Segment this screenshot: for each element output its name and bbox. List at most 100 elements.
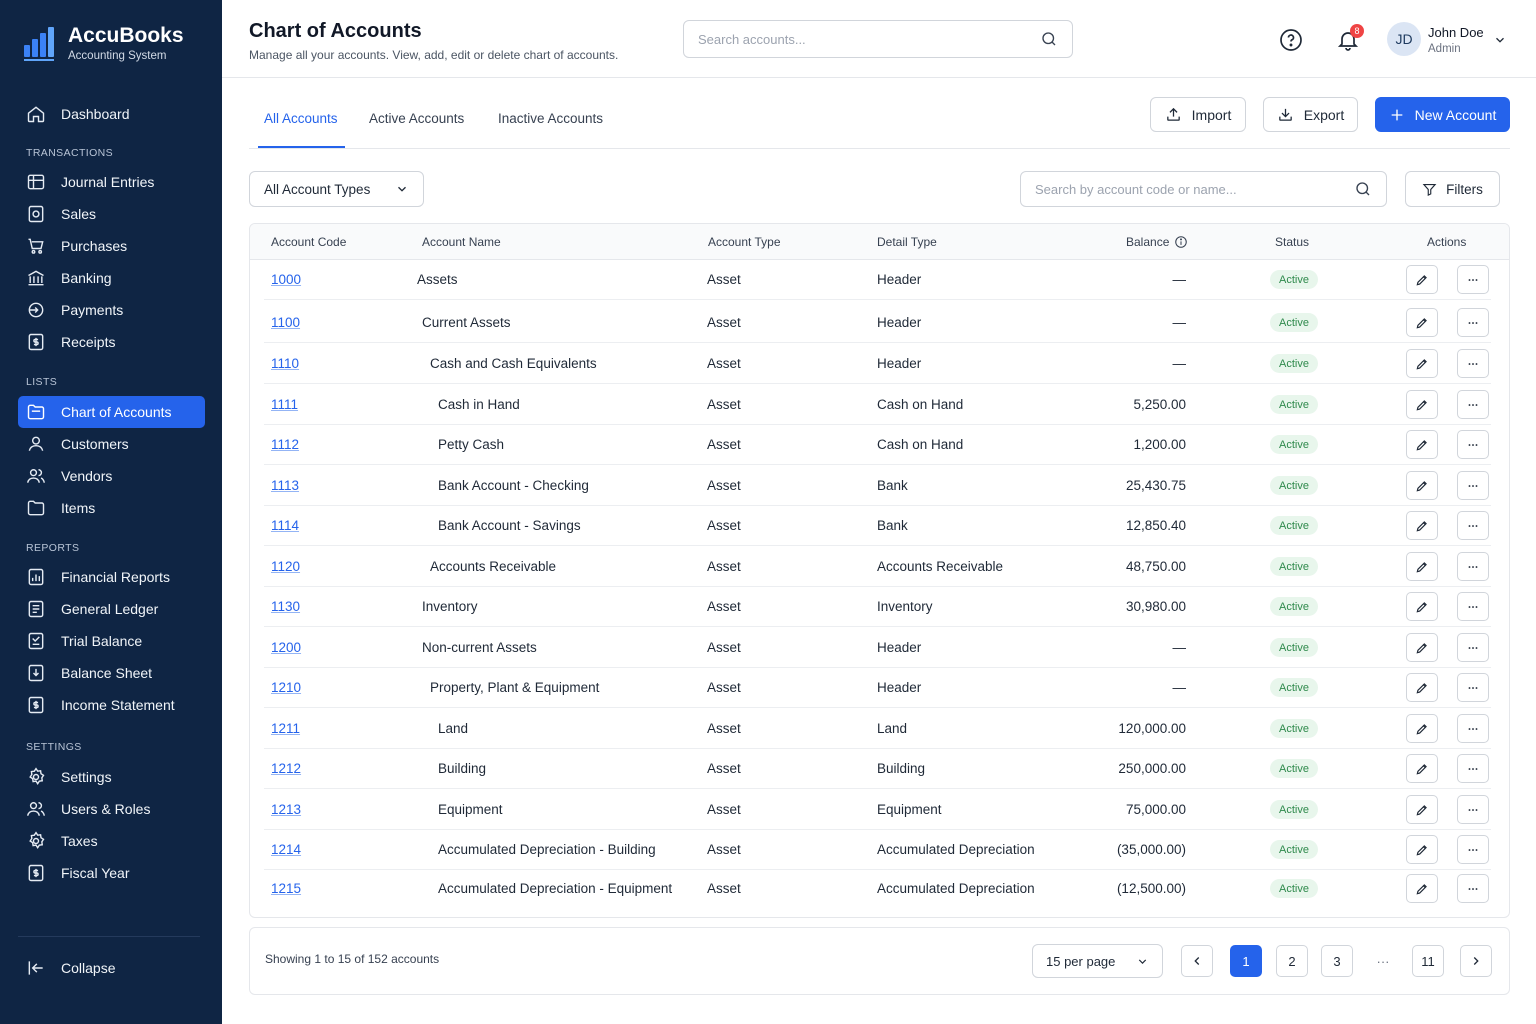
sidebar-item-income-statement[interactable]: Income Statement	[18, 689, 205, 721]
column-header-name[interactable]: Account Name	[422, 235, 501, 249]
account-code-link[interactable]: 1215	[271, 881, 301, 896]
edit-button[interactable]	[1406, 430, 1438, 459]
edit-button[interactable]	[1406, 835, 1438, 864]
more-actions-button[interactable]	[1457, 308, 1489, 337]
edit-button[interactable]	[1406, 714, 1438, 743]
more-actions-button[interactable]	[1457, 633, 1489, 662]
edit-button[interactable]	[1406, 308, 1438, 337]
tab-active-accounts[interactable]: Active Accounts	[369, 111, 464, 126]
column-header-detail[interactable]: Detail Type	[877, 235, 937, 249]
sidebar-item-taxes[interactable]: Taxes	[18, 825, 205, 857]
sidebar-item-journal-entries[interactable]: Journal Entries	[18, 166, 205, 198]
account-code-link[interactable]: 1212	[271, 761, 301, 776]
search-icon[interactable]	[1354, 180, 1372, 198]
edit-button[interactable]	[1406, 795, 1438, 824]
account-code-link[interactable]: 1210	[271, 680, 301, 695]
tab-all-accounts[interactable]: All Accounts	[264, 111, 338, 126]
collapse-button[interactable]: Collapse	[18, 952, 205, 984]
account-code-link[interactable]: 1130	[271, 599, 300, 614]
more-actions-button[interactable]	[1457, 390, 1489, 419]
more-actions-button[interactable]	[1457, 795, 1489, 824]
sidebar-item-customers[interactable]: Customers	[18, 428, 205, 460]
more-actions-button[interactable]	[1457, 874, 1489, 903]
sidebar-item-purchases[interactable]: Purchases	[18, 230, 205, 262]
next-page-button[interactable]	[1460, 945, 1492, 977]
column-header-balance[interactable]: Balance	[1126, 235, 1188, 249]
sidebar-item-financial-reports[interactable]: Financial Reports	[18, 561, 205, 593]
edit-button[interactable]	[1406, 633, 1438, 662]
account-code-link[interactable]: 1113	[271, 478, 299, 493]
more-actions-button[interactable]	[1457, 265, 1489, 294]
account-code-link[interactable]: 1100	[271, 315, 300, 330]
sidebar-item-payments[interactable]: Payments	[18, 294, 205, 326]
more-actions-button[interactable]	[1457, 349, 1489, 378]
sidebar-item-fiscal-year[interactable]: Fiscal Year	[18, 857, 205, 889]
account-code-link[interactable]: 1000	[271, 272, 301, 287]
sidebar-item-settings[interactable]: Settings	[18, 761, 205, 793]
sidebar-item-dashboard[interactable]: Dashboard	[18, 98, 205, 130]
more-actions-button[interactable]	[1457, 511, 1489, 540]
edit-button[interactable]	[1406, 754, 1438, 783]
more-actions-button[interactable]	[1457, 673, 1489, 702]
account-code-link[interactable]: 1214	[271, 842, 301, 857]
account-code-link[interactable]: 1111	[271, 397, 298, 412]
export-button[interactable]: Export	[1263, 97, 1358, 132]
account-code-link[interactable]: 1200	[271, 640, 301, 655]
account-type-select[interactable]: All Account Types	[249, 171, 424, 207]
account-code-link[interactable]: 1112	[271, 437, 299, 452]
page-button-1[interactable]: 1	[1230, 945, 1262, 977]
info-icon[interactable]	[1174, 235, 1188, 249]
user-menu-toggle[interactable]	[1492, 32, 1508, 48]
sidebar-item-general-ledger[interactable]: General Ledger	[18, 593, 205, 625]
page-button-2[interactable]: 2	[1276, 945, 1308, 977]
edit-button[interactable]	[1406, 265, 1438, 294]
help-button[interactable]	[1278, 27, 1304, 53]
more-actions-button[interactable]	[1457, 754, 1489, 783]
more-actions-button[interactable]	[1457, 592, 1489, 621]
avatar[interactable]: JD	[1387, 22, 1421, 56]
notifications-button[interactable]: 8	[1335, 24, 1364, 53]
per-page-select[interactable]: 15 per page	[1032, 944, 1163, 978]
edit-button[interactable]	[1406, 349, 1438, 378]
sidebar-item-sales[interactable]: Sales	[18, 198, 205, 230]
import-button[interactable]: Import	[1150, 97, 1246, 132]
sidebar-item-chart-of-accounts[interactable]: Chart of Accounts	[18, 396, 205, 428]
sidebar-item-receipts[interactable]: Receipts	[18, 326, 205, 358]
new-account-button[interactable]: New Account	[1375, 97, 1510, 132]
edit-button[interactable]	[1406, 511, 1438, 540]
tab-inactive-accounts[interactable]: Inactive Accounts	[498, 111, 603, 126]
page-button-3[interactable]: 3	[1321, 945, 1353, 977]
filters-button[interactable]: Filters	[1405, 171, 1500, 207]
user-name[interactable]: John Doe	[1428, 25, 1484, 40]
edit-button[interactable]	[1406, 592, 1438, 621]
account-code-link[interactable]: 1213	[271, 802, 301, 817]
account-code-link[interactable]: 1211	[271, 721, 300, 736]
global-search[interactable]	[683, 20, 1073, 58]
global-search-input[interactable]	[698, 31, 1040, 47]
sidebar-item-vendors[interactable]: Vendors	[18, 460, 205, 492]
more-actions-button[interactable]	[1457, 835, 1489, 864]
edit-button[interactable]	[1406, 874, 1438, 903]
sidebar-item-balance-sheet[interactable]: Balance Sheet	[18, 657, 205, 689]
edit-button[interactable]	[1406, 552, 1438, 581]
account-code-link[interactable]: 1120	[271, 559, 300, 574]
sidebar-item-users-roles[interactable]: Users & Roles	[18, 793, 205, 825]
column-header-code[interactable]: Account Code	[271, 235, 346, 249]
more-actions-button[interactable]	[1457, 552, 1489, 581]
more-actions-button[interactable]	[1457, 714, 1489, 743]
more-actions-button[interactable]	[1457, 471, 1489, 500]
edit-button[interactable]	[1406, 673, 1438, 702]
search-icon[interactable]	[1040, 30, 1058, 48]
account-search-input[interactable]	[1035, 181, 1354, 197]
sidebar-item-banking[interactable]: Banking	[18, 262, 205, 294]
more-actions-button[interactable]	[1457, 430, 1489, 459]
account-code-link[interactable]: 1110	[271, 356, 299, 371]
sidebar-item-trial-balance[interactable]: Trial Balance	[18, 625, 205, 657]
prev-page-button[interactable]	[1181, 945, 1213, 977]
edit-button[interactable]	[1406, 471, 1438, 500]
page-button-11[interactable]: 11	[1412, 945, 1444, 977]
sidebar-item-items[interactable]: Items	[18, 492, 205, 524]
edit-button[interactable]	[1406, 390, 1438, 419]
column-header-type[interactable]: Account Type	[708, 235, 781, 249]
account-code-link[interactable]: 1114	[271, 518, 299, 533]
